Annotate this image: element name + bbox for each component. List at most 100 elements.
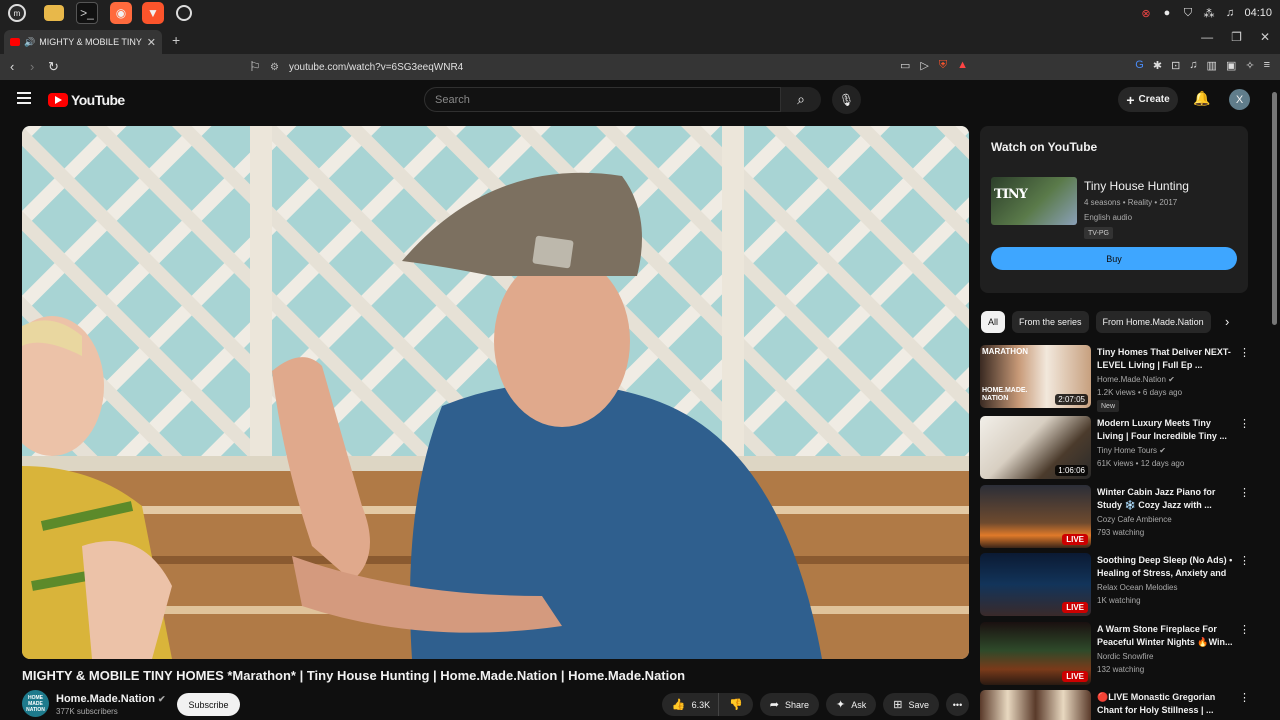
network-icon[interactable]: ● [1160, 7, 1173, 20]
notifications-bell-icon[interactable]: 🔔 [1193, 90, 1210, 107]
share-network-icon[interactable]: ⁂ [1202, 7, 1215, 20]
create-button[interactable]: + Create [1118, 87, 1178, 112]
tab-close-icon[interactable]: ✕ [147, 36, 156, 49]
channel-avatar[interactable]: HOME MADE NATION [22, 690, 49, 717]
audio-playing-icon[interactable]: 🔊 [24, 37, 35, 48]
minimize-icon[interactable]: — [1201, 30, 1213, 44]
rec-channel-text[interactable]: Home.Made.Nation [1097, 375, 1166, 384]
site-info-icon[interactable]: ⚙ [270, 62, 279, 73]
brave-icon[interactable]: ▼ [142, 2, 164, 24]
forward-icon[interactable]: › [30, 59, 34, 74]
video-thumbnail[interactable]: MARATHON HOME.MADE. NATION 2:07:05 [980, 345, 1091, 408]
video-thumbnail[interactable]: 1:06:06 [980, 416, 1091, 479]
reload-icon[interactable]: ↻ [48, 59, 59, 75]
list-item[interactable]: MARATHON HOME.MADE. NATION 2:07:05 Tiny … [980, 345, 1250, 412]
rec-channel[interactable]: Nordic Snowfire [1097, 652, 1153, 661]
more-vertical-icon[interactable]: ⋮ [1239, 691, 1250, 704]
list-item[interactable]: LIVE Soothing Deep Sleep (No Ads) • Heal… [980, 553, 1250, 617]
mint-menu-icon[interactable]: m [8, 4, 26, 22]
chrome-icon[interactable] [176, 5, 192, 21]
rec-title[interactable]: Winter Cabin Jazz Piano for Study ❄️ Coz… [1097, 486, 1235, 512]
sidebar-icon[interactable]: ▥ [1207, 59, 1217, 72]
list-item[interactable]: 🔴LIVE Monastic Gregorian Chant for Holy … [980, 690, 1250, 720]
rec-title[interactable]: 🔴LIVE Monastic Gregorian Chant for Holy … [1097, 691, 1235, 717]
rec-title[interactable]: Modern Luxury Meets Tiny Living | Four I… [1097, 417, 1235, 443]
leo-icon[interactable]: ✧ [1245, 59, 1254, 72]
music-icon[interactable]: ♫ [1223, 7, 1236, 20]
back-icon[interactable]: ‹ [10, 59, 14, 74]
ask-button[interactable]: ✦ Ask [826, 693, 877, 716]
browser-menu-icon[interactable]: ≡ [1264, 59, 1270, 72]
hamburger-menu-icon[interactable] [17, 92, 31, 104]
media-control-icon[interactable]: ♫ [1189, 59, 1197, 72]
rec-channel[interactable]: Home.Made.Nation ✔ [1097, 375, 1175, 384]
clock[interactable]: 04:10 [1244, 7, 1272, 19]
rec-title[interactable]: Soothing Deep Sleep (No Ads) • Healing o… [1097, 554, 1235, 580]
cast-icon[interactable]: ▭ [900, 59, 910, 72]
brave-rewards-icon[interactable]: ▲ [957, 59, 968, 72]
wallet-icon[interactable]: ▣ [1226, 59, 1236, 72]
page-scrollbar[interactable] [1272, 92, 1277, 325]
show-thumbnail[interactable]: TINY [991, 177, 1077, 225]
shield-icon[interactable]: ⛉ [1181, 7, 1194, 20]
brave-shields-icon[interactable]: ⛨ [939, 59, 947, 72]
video-thumbnail[interactable]: LIVE [980, 485, 1091, 548]
maximize-icon[interactable]: ❐ [1231, 30, 1242, 44]
more-vertical-icon[interactable]: ⋮ [1239, 346, 1250, 359]
firefox-icon[interactable]: ◉ [110, 2, 132, 24]
channel-name[interactable]: Home.Made.Nation ✔ [56, 693, 166, 705]
chevron-right-icon[interactable]: › [1225, 314, 1229, 329]
video-thumbnail[interactable]: LIVE [980, 622, 1091, 685]
dislike-button[interactable]: 👎 [718, 693, 753, 716]
buy-button[interactable]: Buy [991, 247, 1237, 270]
youtube-logo[interactable]: YouTube [48, 92, 125, 108]
share-button[interactable]: ➦ Share [759, 693, 820, 716]
browser-tab[interactable]: 🔊 MIGHTY & MOBILE TINY HO ✕ [4, 30, 162, 54]
save-button[interactable]: ⊞ Save [883, 693, 939, 716]
search-input[interactable]: Search [424, 87, 781, 112]
list-item[interactable]: 1:06:06 Modern Luxury Meets Tiny Living … [980, 416, 1250, 480]
video-thumbnail[interactable]: LIVE [980, 553, 1091, 616]
chip-from-channel[interactable]: From Home.Made.Nation [1095, 311, 1211, 333]
rec-title[interactable]: Tiny Homes That Deliver NEXT-LEVEL Livin… [1097, 346, 1235, 372]
more-vertical-icon[interactable]: ⋮ [1239, 486, 1250, 499]
url-text[interactable]: youtube.com/watch?v=6SG3eeqWNR4 [289, 62, 463, 73]
new-tab-button[interactable]: + [172, 32, 180, 48]
account-avatar[interactable]: X [1229, 89, 1250, 110]
chip-from-series[interactable]: From the series [1012, 311, 1089, 333]
more-vertical-icon[interactable]: ⋮ [1239, 623, 1250, 636]
show-title[interactable]: Tiny House Hunting [1084, 179, 1189, 193]
more-vertical-icon[interactable]: ⋮ [1239, 554, 1250, 567]
rec-channel[interactable]: Cozy Cafe Ambience [1097, 515, 1172, 524]
like-button[interactable]: 👍 6.3K [661, 693, 719, 716]
extension-g-icon[interactable]: G [1135, 59, 1144, 72]
filter-chips: All From the series From Home.Made.Natio… [981, 311, 1241, 333]
live-badge: LIVE [1062, 671, 1088, 682]
chip-all[interactable]: All [981, 311, 1006, 333]
video-thumbnail[interactable] [980, 690, 1091, 720]
voice-search-button[interactable]: 🎙 [832, 85, 861, 114]
files-icon[interactable] [44, 5, 64, 21]
extensions-icon[interactable]: ✱ [1153, 59, 1162, 72]
rec-channel[interactable]: Relax Ocean Melodies [1097, 583, 1177, 592]
more-vertical-icon[interactable]: ⋮ [1239, 417, 1250, 430]
list-item[interactable]: LIVE A Warm Stone Fireplace For Peaceful… [980, 622, 1250, 686]
screenshot-icon[interactable]: ⊡ [1171, 59, 1180, 72]
rec-title[interactable]: A Warm Stone Fireplace For Peaceful Wint… [1097, 623, 1235, 649]
video-player[interactable] [22, 126, 969, 659]
channel-name-text[interactable]: Home.Made.Nation [56, 693, 155, 705]
rec-channel-text[interactable]: Tiny Home Tours [1097, 446, 1157, 455]
search-button[interactable]: ⌕ [781, 87, 821, 112]
bookmark-icon[interactable]: ⚐ [249, 59, 261, 75]
rec-channel[interactable]: Tiny Home Tours ✔ [1097, 446, 1166, 455]
subscribe-button[interactable]: Subscribe [177, 693, 240, 716]
more-actions-button[interactable]: ••• [946, 693, 969, 716]
thumb-label-marathon: MARATHON [982, 347, 1029, 356]
update-icon[interactable]: ⊗ [1139, 7, 1152, 20]
terminal-icon[interactable]: >_ [76, 2, 98, 24]
address-bar[interactable]: ⚙ youtube.com/watch?v=6SG3eeqWNR4 [270, 56, 990, 78]
close-window-icon[interactable]: ✕ [1260, 30, 1270, 44]
send-icon[interactable]: ▷ [920, 59, 928, 72]
list-item[interactable]: LIVE Winter Cabin Jazz Piano for Study ❄… [980, 485, 1250, 549]
youtube-favicon [10, 38, 20, 46]
